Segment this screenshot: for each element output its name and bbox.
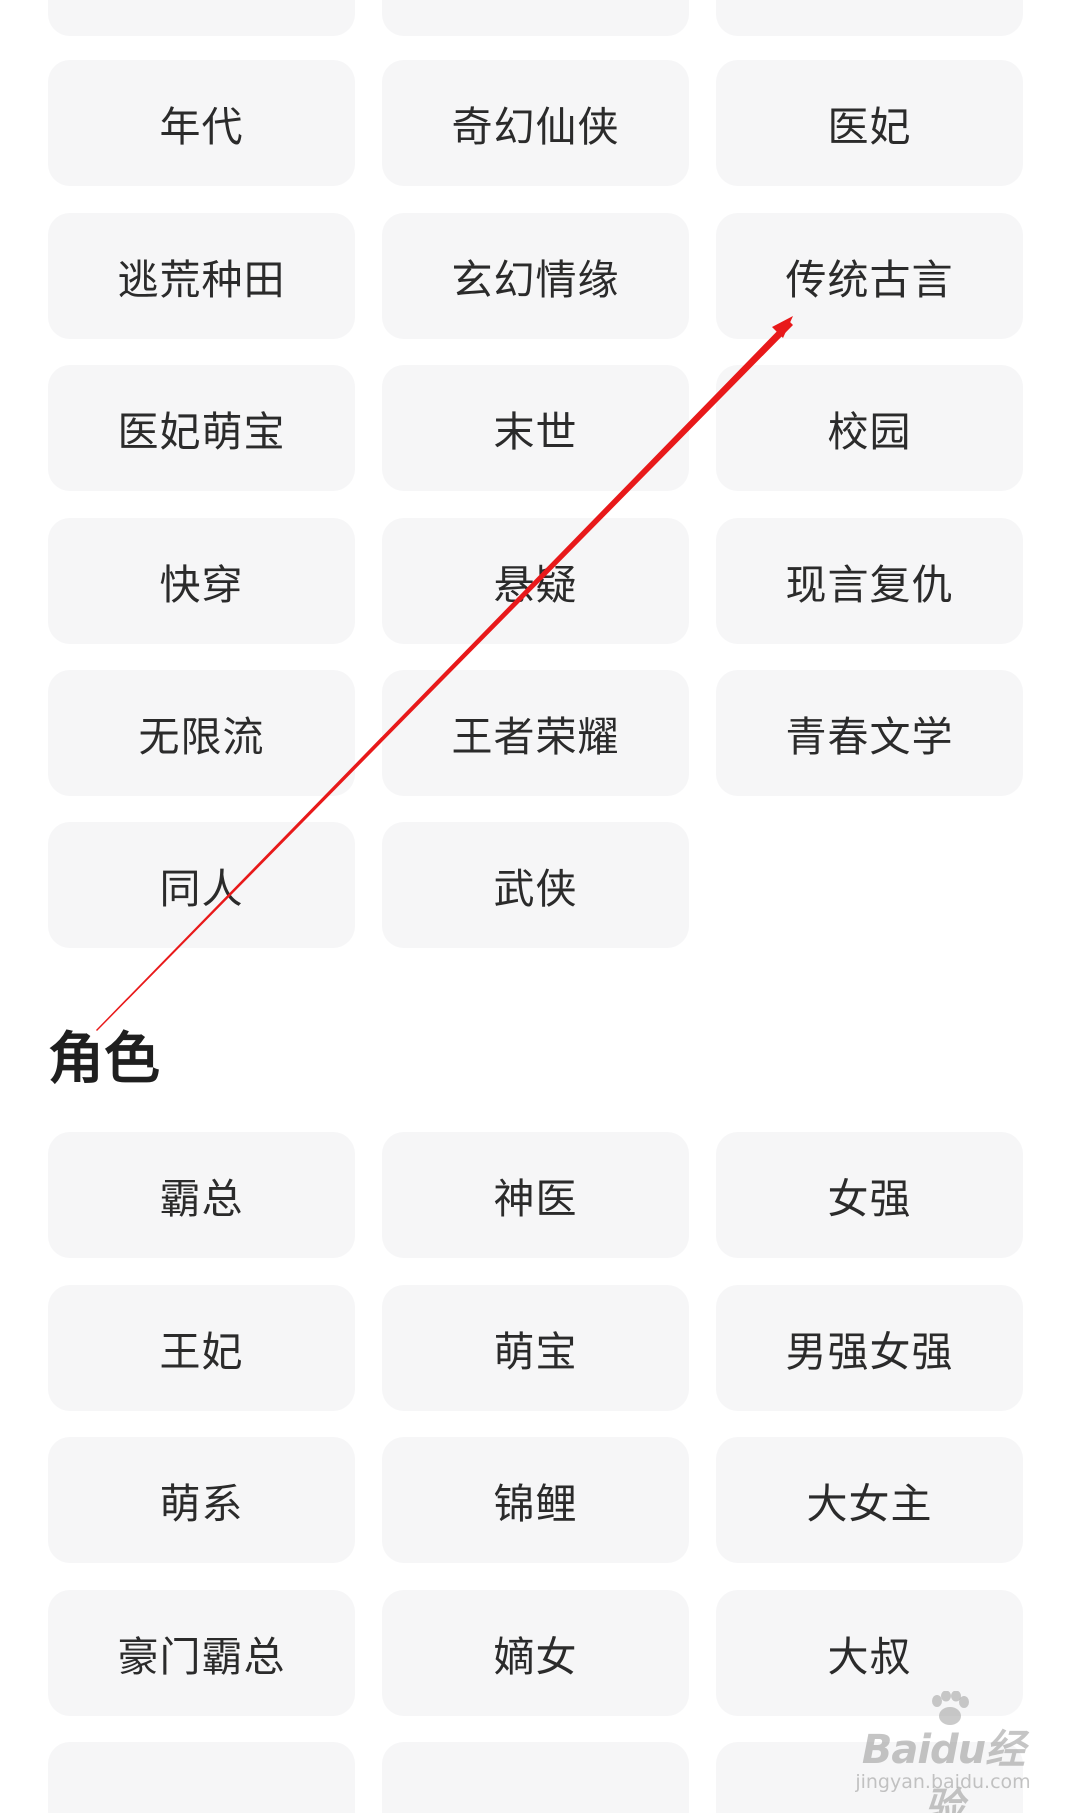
role-tag[interactable]: 王妃 <box>48 1285 355 1411</box>
genre-tag[interactable]: 青春文学 <box>716 670 1023 796</box>
role-tag[interactable]: 萌系 <box>48 1437 355 1563</box>
genre-tag[interactable]: 悬疑 <box>382 518 689 644</box>
genre-tag[interactable]: 王者荣耀 <box>382 670 689 796</box>
tag-partial-bottom[interactable] <box>48 1742 355 1813</box>
genre-tag[interactable]: 末世 <box>382 365 689 491</box>
role-tag[interactable]: 神医 <box>382 1132 689 1258</box>
genre-tag[interactable]: 逃荒种田 <box>48 213 355 339</box>
genre-tag[interactable]: 医妃萌宝 <box>48 365 355 491</box>
genre-tag[interactable]: 武侠 <box>382 822 689 948</box>
genre-tag[interactable]: 校园 <box>716 365 1023 491</box>
genre-tag[interactable]: 医妃 <box>716 60 1023 186</box>
role-tag[interactable]: 萌宝 <box>382 1285 689 1411</box>
watermark-brand: Baidu经验 <box>861 1727 1025 1813</box>
tag-partial-top[interactable] <box>716 0 1023 36</box>
role-tag[interactable]: 豪门霸总 <box>48 1590 355 1716</box>
role-tag[interactable]: 嫡女 <box>382 1590 689 1716</box>
role-tag[interactable]: 锦鲤 <box>382 1437 689 1563</box>
tag-partial-bottom[interactable] <box>382 1742 689 1813</box>
role-tag[interactable]: 男强女强 <box>716 1285 1023 1411</box>
role-tag[interactable]: 霸总 <box>48 1132 355 1258</box>
role-tag[interactable]: 女强 <box>716 1132 1023 1258</box>
watermark-url: jingyan.baidu.com <box>855 1771 1031 1793</box>
genre-tag[interactable]: 传统古言 <box>716 213 1023 339</box>
genre-tag[interactable]: 奇幻仙侠 <box>382 60 689 186</box>
genre-tag[interactable]: 玄幻情缘 <box>382 213 689 339</box>
section-title-role: 角色 <box>48 1027 160 1092</box>
role-tag[interactable]: 大女主 <box>716 1437 1023 1563</box>
genre-tag[interactable]: 同人 <box>48 822 355 948</box>
genre-tag[interactable]: 快穿 <box>48 518 355 644</box>
baidu-watermark: Baidu经验 jingyan.baidu.com <box>843 1691 1043 1813</box>
tag-partial-top[interactable] <box>382 0 689 36</box>
genre-tag[interactable]: 无限流 <box>48 670 355 796</box>
genre-tag[interactable]: 年代 <box>48 60 355 186</box>
tag-page: 年代 奇幻仙侠 医妃 逃荒种田 玄幻情缘 传统古言 医妃萌宝 末世 校园 快穿 … <box>0 0 1071 1813</box>
tag-partial-top[interactable] <box>48 0 355 36</box>
genre-tag[interactable]: 现言复仇 <box>716 518 1023 644</box>
